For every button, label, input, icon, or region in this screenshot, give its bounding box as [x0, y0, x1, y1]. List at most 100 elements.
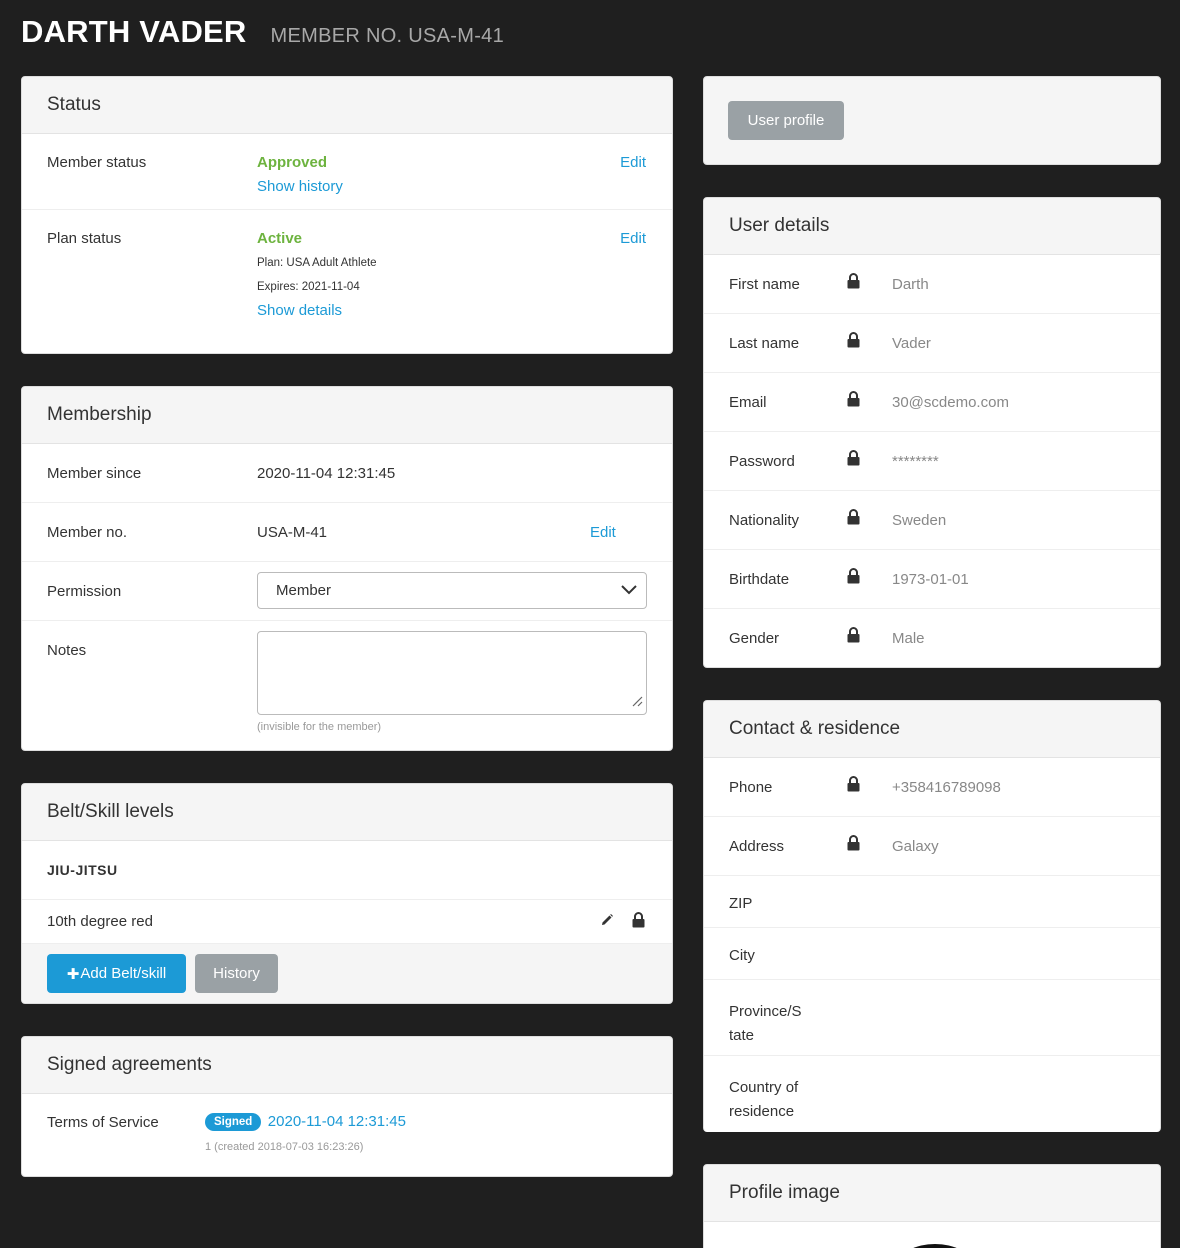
- show-details-link[interactable]: Show details: [257, 302, 342, 319]
- belt-skill-card-title: Belt/Skill levels: [22, 784, 672, 841]
- belt-level-value: 10th degree red: [47, 913, 153, 930]
- discipline-row: JIU-JITSU: [22, 841, 672, 900]
- profile-image-title: Profile image: [704, 1165, 1160, 1222]
- member-since-label: Member since: [47, 465, 142, 482]
- show-history-link[interactable]: Show history: [257, 178, 343, 195]
- province-label: Province/S tate: [729, 1000, 802, 1048]
- member-no-label: Member no.: [47, 524, 128, 541]
- user-detail-label: Birthdate: [729, 571, 790, 588]
- signed-line: Signed 2020-11-04 12:31:45: [205, 1113, 406, 1131]
- permission-select[interactable]: Member: [257, 572, 647, 609]
- belt-skill-card: Belt/Skill levels JIU-JITSU 10th degree …: [21, 783, 673, 1004]
- user-details-list: First name Darth Last name Vader Email 30@scd…: [704, 255, 1160, 667]
- country-row: Country of residence: [704, 1056, 1160, 1132]
- user-detail-row: Birthdate 1973-01-01: [704, 550, 1160, 609]
- edit-member-status-link[interactable]: Edit: [620, 154, 646, 171]
- member-since-row: Member since 2020-11-04 12:31:45: [22, 444, 672, 503]
- country-label-line1: Country of: [729, 1079, 799, 1096]
- membership-card-title: Membership: [22, 387, 672, 444]
- member-no-row: Member no. USA-M-41 Edit: [22, 503, 672, 562]
- lock-icon: [846, 776, 861, 796]
- contact-residence-card: Contact & residence Phone +358416789098 …: [703, 700, 1161, 1132]
- user-detail-row: Last name Vader: [704, 314, 1160, 373]
- history-button[interactable]: History: [195, 954, 278, 993]
- user-detail-row: Nationality Sweden: [704, 491, 1160, 550]
- address-label: Address: [729, 838, 785, 855]
- terms-of-service-label: Terms of Service: [47, 1114, 159, 1131]
- member-no-value: USA-M-41: [257, 524, 328, 541]
- add-belt-skill-button[interactable]: ✚ Add Belt/skill: [47, 954, 186, 993]
- city-label: City: [729, 947, 755, 964]
- lock-icon: [846, 627, 861, 647]
- lock-icon: [846, 450, 861, 470]
- avatar[interactable]: [899, 1244, 971, 1248]
- member-status-row: Member status Approved Show history Edit: [22, 134, 672, 210]
- user-profile-card: User profile: [703, 76, 1161, 165]
- plan-name: Plan: USA Adult Athlete: [257, 257, 377, 269]
- plan-status-row: Plan status Active Plan: USA Adult Athle…: [22, 210, 672, 353]
- plus-icon: ✚: [66, 965, 80, 983]
- user-detail-label: Password: [729, 453, 795, 470]
- notes-row: Notes (invisible for the member): [22, 621, 672, 750]
- add-belt-skill-label: Add Belt/skill: [80, 965, 167, 982]
- terms-of-service-row: Terms of Service Signed 2020-11-04 12:31…: [22, 1094, 672, 1176]
- member-since-value: 2020-11-04 12:31:45: [257, 465, 396, 482]
- user-detail-value: 30@scdemo.com: [892, 394, 1009, 411]
- member-number-heading: MEMBER NO. USA-M-41: [270, 25, 505, 47]
- lock-icon: [846, 568, 861, 588]
- signed-badge: Signed: [205, 1113, 262, 1131]
- resize-grip-icon[interactable]: [631, 694, 643, 711]
- pencil-icon[interactable]: [600, 913, 614, 931]
- signed-date-link[interactable]: 2020-11-04 12:31:45: [268, 1113, 406, 1130]
- permission-row: Permission Member: [22, 562, 672, 621]
- province-row: Province/S tate: [704, 980, 1160, 1056]
- lock-icon: [846, 273, 861, 293]
- user-detail-value: ********: [892, 453, 939, 470]
- address-value: Galaxy: [892, 838, 939, 855]
- belt-actions: ✚ Add Belt/skill History: [22, 944, 672, 1003]
- lock-icon: [846, 391, 861, 411]
- status-card: Status Member status Approved Show histo…: [21, 76, 673, 354]
- member-status-value: Approved: [257, 154, 328, 171]
- plan-expiry: Expires: 2021-11-04: [257, 281, 360, 293]
- user-detail-label: Last name: [729, 335, 800, 352]
- city-row: City: [704, 928, 1160, 980]
- user-details-title: User details: [704, 198, 1160, 255]
- user-details-card: User details First name Darth Last name Vad…: [703, 197, 1161, 668]
- user-detail-value: 1973-01-01: [892, 571, 969, 588]
- belt-level-row: 10th degree red: [22, 900, 672, 944]
- plan-status-value: Active: [257, 230, 303, 247]
- agreement-version: 1 (created 2018-07-03 16:23:26): [205, 1141, 364, 1153]
- lock-icon: [631, 912, 646, 932]
- country-label-line2: residence: [729, 1103, 795, 1120]
- profile-image-card: Profile image: [703, 1164, 1161, 1248]
- page-header: DARTH VADER MEMBER NO. USA-M-41: [21, 14, 504, 54]
- user-detail-label: Email: [729, 394, 767, 411]
- page-title: DARTH VADER: [21, 14, 247, 49]
- phone-row: Phone +358416789098: [704, 758, 1160, 817]
- notes-textarea[interactable]: [257, 631, 647, 715]
- address-row: Address Galaxy: [704, 817, 1160, 876]
- user-detail-value: Darth: [892, 276, 929, 293]
- lock-icon: [846, 332, 861, 352]
- user-detail-value: Male: [892, 630, 925, 647]
- user-detail-value: Sweden: [892, 512, 947, 529]
- user-profile-button[interactable]: User profile: [728, 101, 844, 140]
- plan-status-label: Plan status: [47, 230, 122, 247]
- user-detail-label: Nationality: [729, 512, 800, 529]
- phone-value: +358416789098: [892, 779, 1001, 796]
- user-detail-row: First name Darth: [704, 255, 1160, 314]
- zip-label: ZIP: [729, 895, 753, 912]
- edit-member-no-link[interactable]: Edit: [590, 524, 616, 541]
- lock-icon: [846, 835, 861, 855]
- status-card-title: Status: [22, 77, 672, 134]
- member-status-label: Member status: [47, 154, 147, 171]
- user-detail-label: First name: [729, 276, 800, 293]
- country-label: Country of residence: [729, 1076, 798, 1124]
- province-label-line1: Province/S: [729, 1003, 802, 1020]
- user-detail-row: Password ********: [704, 432, 1160, 491]
- edit-plan-status-link[interactable]: Edit: [620, 230, 646, 247]
- user-detail-value: Vader: [892, 335, 931, 352]
- province-label-line2: tate: [729, 1027, 755, 1044]
- contact-residence-title: Contact & residence: [704, 701, 1160, 758]
